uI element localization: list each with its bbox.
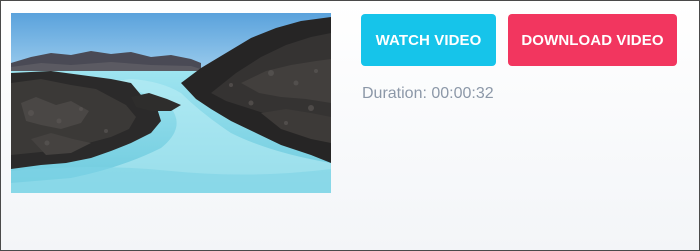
video-card: WATCH VIDEO DOWNLOAD VIDEO Duration: 00:… <box>0 0 700 251</box>
download-video-button[interactable]: DOWNLOAD VIDEO <box>508 14 677 66</box>
lagoon-landscape-image <box>11 13 331 193</box>
video-thumbnail[interactable] <box>11 13 331 193</box>
video-duration: Duration: 00:00:32 <box>362 85 494 102</box>
watch-video-button[interactable]: WATCH VIDEO <box>361 14 496 66</box>
